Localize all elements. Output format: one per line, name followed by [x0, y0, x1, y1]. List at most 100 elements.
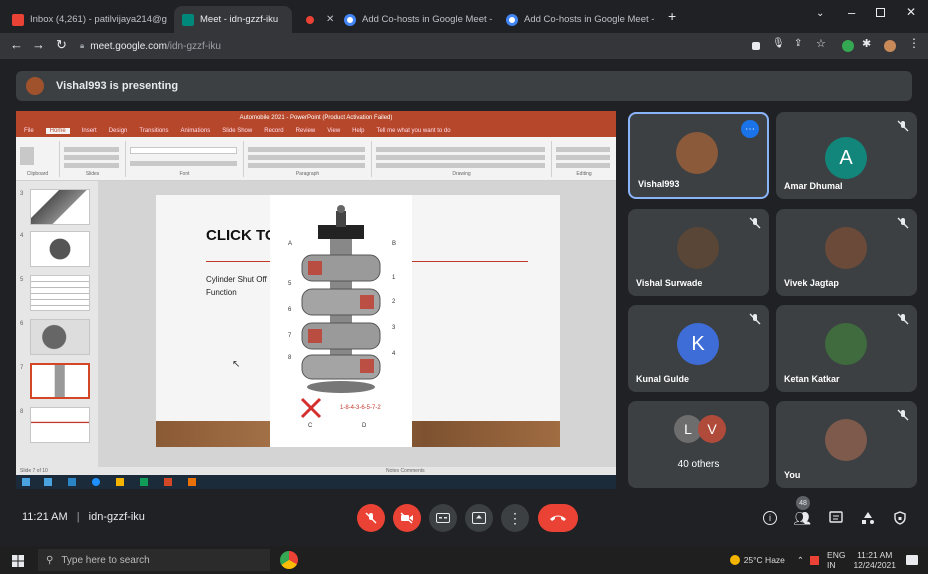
bookmark-star-icon[interactable]: ☆ [816, 37, 826, 50]
engine-label: 3 [392, 325, 396, 331]
weather-text[interactable]: 25°C Haze [744, 555, 785, 565]
slide-title[interactable]: CLICK TO [206, 227, 277, 244]
powerpoint-ribbon-tabs: File Home Insert Design Transitions Anim… [16, 125, 616, 137]
engine-label: 1 [392, 275, 396, 281]
taskbar-search[interactable]: ⚲ Type here to search [38, 549, 270, 571]
windows-start-icon[interactable] [12, 554, 24, 567]
tab-title: Add Co-hosts in Google Meet - [362, 14, 493, 25]
participant-photo [825, 323, 867, 365]
meeting-controls-bar: 11:21 AM | idn-gzzf-iku ⋮ i 👥︎ 48 [0, 496, 928, 539]
google-icon [344, 13, 356, 26]
ribbon-tab: Slide Show [222, 128, 253, 134]
camera-indicator-icon[interactable] [752, 42, 760, 50]
powerpoint-window-title: Automobile 2021 - PowerPoint (Product Ac… [239, 115, 393, 121]
slide-thumbnail[interactable] [30, 189, 90, 225]
close-icon[interactable]: ✕ [654, 14, 658, 25]
mic-indicator-icon[interactable]: 🎙︎ [772, 38, 785, 49]
chat-button[interactable] [826, 508, 846, 528]
ribbon-group-slides: Slides [60, 141, 126, 177]
participant-tile-self[interactable]: You [776, 401, 917, 488]
presenter-windows-taskbar [16, 475, 616, 489]
slide-thumbnail[interactable] [30, 231, 90, 267]
participant-tile[interactable]: Vivek Jagtap [776, 209, 917, 296]
taskbar-app-icon [68, 478, 76, 486]
slide-bullets[interactable]: Cylinder Shut Off Function [206, 273, 276, 299]
tab-meet[interactable]: Meet - idn-gzzf-iku [174, 6, 292, 33]
tab-recording[interactable]: ✕ [298, 6, 334, 33]
ribbon-group-label: Paragraph [295, 171, 320, 177]
chevron-up-icon[interactable]: ⌃ [797, 555, 804, 566]
more-options-icon[interactable]: ⋯ [741, 120, 759, 138]
url-field[interactable]: 🔒︎ meet.google.com /idn-gzzf-iku [80, 37, 740, 55]
participant-tile-others[interactable]: L V 40 others [628, 401, 769, 488]
minimize-icon[interactable]: – [848, 5, 855, 20]
activities-button[interactable] [858, 508, 878, 528]
leave-call-button[interactable] [538, 504, 578, 532]
reload-icon[interactable]: ↻ [56, 37, 67, 53]
captions-icon [436, 513, 450, 523]
host-controls-button[interactable] [890, 508, 910, 528]
participant-tile[interactable]: ⋯ Vishal993 [628, 112, 769, 199]
captions-button[interactable] [429, 504, 457, 532]
engine-label: 2 [392, 299, 396, 305]
extensions-puzzle-icon[interactable]: ✱ [862, 37, 871, 50]
participant-tile[interactable]: A Amar Dhumal [776, 112, 917, 199]
participant-name: Vishal993 [638, 179, 680, 189]
meeting-info: 11:21 AM | idn-gzzf-iku [22, 511, 145, 523]
maximize-icon[interactable] [876, 8, 885, 17]
tray-app-icon[interactable] [810, 555, 820, 565]
new-tab-icon[interactable]: + [668, 8, 676, 24]
mic-off-icon [897, 120, 909, 132]
notes-comments: Notes Comments [386, 468, 425, 474]
mic-toggle-button[interactable] [357, 504, 385, 532]
participant-avatar: K [677, 323, 719, 365]
engine-label: 7 [288, 333, 292, 339]
ribbon-group-label: Clipboard [26, 171, 49, 177]
thumb-number: 5 [20, 277, 24, 283]
people-button[interactable]: 👥︎ 48 [792, 496, 812, 528]
people-icon: 👥︎ [793, 509, 811, 526]
mic-off-icon [897, 409, 909, 421]
chrome-icon[interactable] [280, 551, 298, 569]
notifications-icon[interactable] [906, 555, 918, 565]
menu-dots-icon[interactable]: ⋮ [908, 36, 920, 50]
close-icon[interactable]: ✕ [492, 14, 496, 25]
slide-thumbnail-selected[interactable] [30, 363, 90, 399]
camera-toggle-button[interactable] [393, 504, 421, 532]
slide-canvas: CLICK TO Cylinder Shut Off Function A B … [98, 181, 616, 467]
participant-tile[interactable]: Vishal Surwade [628, 209, 769, 296]
ribbon-group-font: Font [126, 141, 244, 177]
tab-gmail[interactable]: Inbox (4,261) - patilvijaya214@g ✕ [4, 6, 172, 33]
meet-icon [182, 13, 194, 26]
slide-thumbnail[interactable] [30, 407, 90, 443]
share-icon[interactable]: ⇪ [794, 38, 802, 49]
back-icon[interactable]: ← [10, 37, 23, 52]
extension-icon[interactable] [842, 40, 854, 52]
participant-name: Ketan Katkar [784, 374, 840, 384]
search-icon: ⚲ [46, 554, 54, 566]
profile-avatar[interactable] [884, 40, 896, 52]
window-close-icon[interactable]: ✕ [906, 5, 916, 19]
tab-cohosts-1[interactable]: Add Co-hosts in Google Meet - ✕ [336, 6, 496, 33]
participant-tile[interactable]: Ketan Katkar [776, 305, 917, 392]
language-indicator[interactable]: ENG IN [827, 550, 845, 570]
slide-thumbnail[interactable] [30, 319, 90, 355]
tab-cohosts-2[interactable]: Add Co-hosts in Google Meet - ✕ [498, 6, 658, 33]
language-code: ENG [827, 550, 846, 560]
slide-thumbnail[interactable] [30, 275, 90, 311]
present-button[interactable] [465, 504, 493, 532]
tab-search-icon[interactable]: ⌄ [816, 8, 824, 19]
clock[interactable]: 11:21 AM 12/24/2021 [853, 550, 896, 570]
more-options-button[interactable]: ⋮ [501, 504, 529, 532]
participant-tile[interactable]: K Kunal Gulde [628, 305, 769, 392]
close-icon[interactable]: ✕ [320, 14, 334, 25]
close-icon[interactable]: ✕ [167, 14, 172, 25]
thumb-number: 6 [20, 321, 24, 327]
record-icon [306, 15, 314, 24]
forward-icon[interactable]: → [32, 37, 45, 52]
meeting-details-button[interactable]: i [760, 508, 780, 528]
firing-order-caption: 1-8-4-3-6-5-7-2 [340, 405, 381, 411]
thumb-number: 8 [20, 409, 24, 415]
google-icon [506, 13, 518, 26]
engine-label: D [362, 423, 367, 429]
